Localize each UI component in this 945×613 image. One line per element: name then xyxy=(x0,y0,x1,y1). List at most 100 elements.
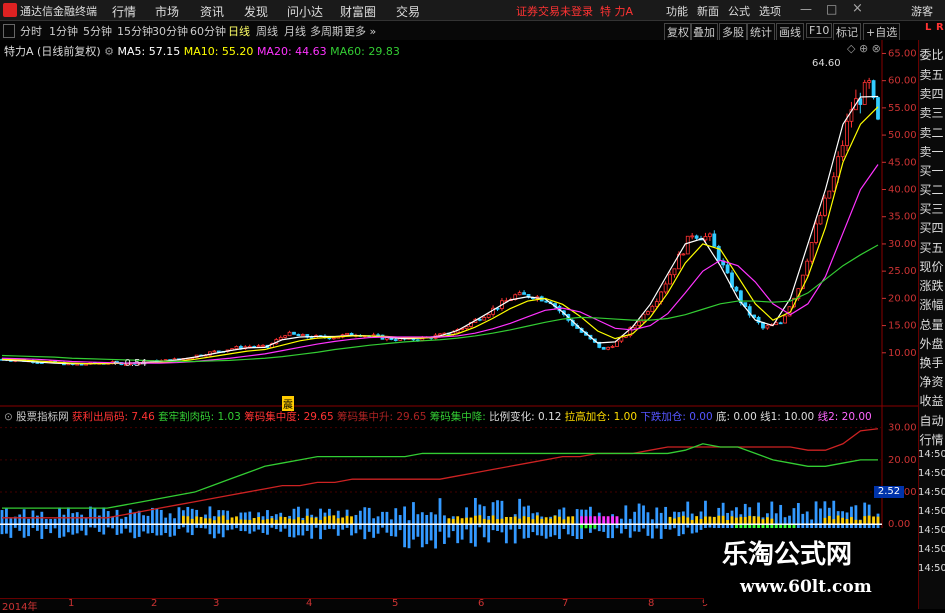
tab-1min[interactable]: 1分钟 xyxy=(49,23,78,39)
price-axis-label-5: 40.00 xyxy=(888,185,917,196)
ind-bar-yellow-190 xyxy=(841,517,845,525)
side-item-11[interactable]: 现价 xyxy=(918,258,945,275)
ind-bar-down-51 xyxy=(226,524,230,531)
tab-weekly[interactable]: 周线 xyxy=(256,23,278,39)
side-item-20[interactable]: 行情 xyxy=(918,431,945,448)
kline-chart[interactable]: 65.00 60.00 55.00 50.00 45.00 40.00 35.00 30.00… xyxy=(0,40,918,598)
add-favorite-button[interactable]: +自选 xyxy=(863,23,901,41)
side-item-3[interactable]: 卖三 xyxy=(918,104,945,121)
menu-guest[interactable]: 游客 xyxy=(911,3,933,19)
menu-market-quotes[interactable]: 行情 xyxy=(112,3,136,20)
menu-wealth-circle[interactable]: 财富圈 xyxy=(340,3,376,20)
restore-icon[interactable]: □ xyxy=(826,2,837,16)
side-item-16[interactable]: 换手 xyxy=(918,354,945,371)
tab-5min[interactable]: 5分钟 xyxy=(83,23,112,39)
multi-stock-button[interactable]: 多股 xyxy=(719,23,747,41)
side-item-10[interactable]: 买五 xyxy=(918,239,945,256)
close-icon[interactable]: × xyxy=(852,1,863,16)
tab-15min[interactable]: 15分钟 xyxy=(117,23,153,39)
time-tick-7: 7 xyxy=(562,598,569,609)
side-item-13[interactable]: 涨幅 xyxy=(918,296,945,313)
ind-bar-down-118 xyxy=(522,524,526,539)
ind-bar-up-141 xyxy=(624,505,628,525)
ind-bar-down-99 xyxy=(438,524,442,532)
candle-body-146 xyxy=(646,311,650,315)
ind-bar-down-26 xyxy=(115,524,119,535)
indicator-current-value: 2.52 xyxy=(874,486,904,498)
menu-market[interactable]: 市场 xyxy=(155,3,179,20)
toggle-panel-icon[interactable] xyxy=(3,24,15,38)
ind-bar-yellow-196 xyxy=(867,515,871,525)
price-axis-label-4: 45.00 xyxy=(888,157,917,168)
tab-30min[interactable]: 30分钟 xyxy=(152,23,188,39)
stats-button[interactable]: 统计 xyxy=(747,23,775,41)
side-item-0[interactable]: 委比 xyxy=(918,46,945,63)
ind-bar-up-143 xyxy=(633,511,637,525)
side-item-8[interactable]: 买三 xyxy=(918,200,945,217)
side-item-18[interactable]: 收益 xyxy=(918,392,945,409)
menu-options[interactable]: 选项 xyxy=(759,3,781,19)
ind-bar-down-113 xyxy=(500,524,504,533)
menu-news[interactable]: 资讯 xyxy=(200,3,224,20)
side-item-6[interactable]: 买一 xyxy=(918,162,945,179)
ind-bar-up-35 xyxy=(155,508,159,525)
overlay-button[interactable]: 叠加 xyxy=(690,23,718,41)
ind-bar-up-87 xyxy=(385,511,389,525)
menu-function[interactable]: 功能 xyxy=(666,3,688,19)
ind-bar-down-17 xyxy=(75,524,79,534)
minimize-icon[interactable]: — xyxy=(800,2,812,16)
ind-bar-yellow-114 xyxy=(504,516,508,525)
tab-daily[interactable]: 日线 xyxy=(228,23,250,39)
ind-bar-up-11 xyxy=(49,519,53,525)
mark-button[interactable]: 标记 xyxy=(833,23,861,41)
side-item-2[interactable]: 卖四 xyxy=(918,85,945,102)
side-item-15[interactable]: 外盘 xyxy=(918,335,945,352)
f10-button[interactable]: F10 xyxy=(806,23,833,38)
indicator-settings-icon[interactable]: ⊙ xyxy=(4,411,13,423)
side-item-17[interactable]: 净资 xyxy=(918,373,945,390)
ind-bar-up-94 xyxy=(416,514,420,525)
ind-bar-down-50 xyxy=(221,524,225,538)
side-item-12[interactable]: 涨跌 xyxy=(918,277,945,294)
ind-bar-down-30 xyxy=(133,524,137,539)
ind-bar-down-11 xyxy=(49,524,53,534)
ind-bar-down-158 xyxy=(699,524,703,530)
side-item-19[interactable]: 自动 xyxy=(918,412,945,429)
tab-multi-period[interactable]: 多周期 xyxy=(310,23,343,39)
ind-bar-yellow-41 xyxy=(181,515,185,525)
ind-bar-yellow-188 xyxy=(832,519,836,525)
ind-bar-down-38 xyxy=(168,524,172,537)
candle-body-182 xyxy=(805,260,810,276)
menu-formula[interactable]: 公式 xyxy=(728,3,750,19)
menu-new-page[interactable]: 新面 xyxy=(697,3,719,19)
side-item-1[interactable]: 卖五 xyxy=(918,66,945,83)
tab-monthly[interactable]: 月线 xyxy=(284,23,306,39)
ind-bar-down-130 xyxy=(575,524,579,539)
tab-timeshare[interactable]: 分时 xyxy=(20,23,42,39)
side-item-5[interactable]: 卖一 xyxy=(918,143,945,160)
ind-source[interactable]: 股票指标网 xyxy=(16,411,69,423)
ind-bar-yellow-153 xyxy=(677,517,681,525)
side-item-9[interactable]: 买四 xyxy=(918,219,945,236)
ind-bar-yellow-49 xyxy=(217,516,221,525)
tab-more[interactable]: 更多 » xyxy=(344,23,376,39)
menu-ask[interactable]: 问小达 xyxy=(287,3,323,20)
settings-icon[interactable]: ⚙ xyxy=(104,45,114,58)
login-status[interactable]: 证券交易未登录 特 力A xyxy=(516,3,633,19)
menu-discover[interactable]: 发现 xyxy=(244,3,268,20)
menu-trade[interactable]: 交易 xyxy=(396,3,420,20)
tab-60min[interactable]: 60分钟 xyxy=(190,23,226,39)
chart-zoom-icons[interactable]: ◇ ⊕ ⊗ xyxy=(847,42,881,55)
side-item-7[interactable]: 买二 xyxy=(918,181,945,198)
time-tick-6: 6 xyxy=(478,598,485,609)
ind-bar-up-4 xyxy=(18,514,22,525)
side-item-4[interactable]: 卖二 xyxy=(918,124,945,141)
draw-line-button[interactable]: 画线 xyxy=(776,23,804,41)
candle-body-58 xyxy=(256,345,261,348)
adjust-button[interactable]: 复权 xyxy=(664,23,692,41)
candle-body-64 xyxy=(283,335,288,338)
side-item-14[interactable]: 总量 xyxy=(918,316,945,333)
ind-bar-down-35 xyxy=(155,524,159,536)
ind-bar-up-12 xyxy=(53,518,57,525)
ind-bar-up-32 xyxy=(142,515,145,525)
